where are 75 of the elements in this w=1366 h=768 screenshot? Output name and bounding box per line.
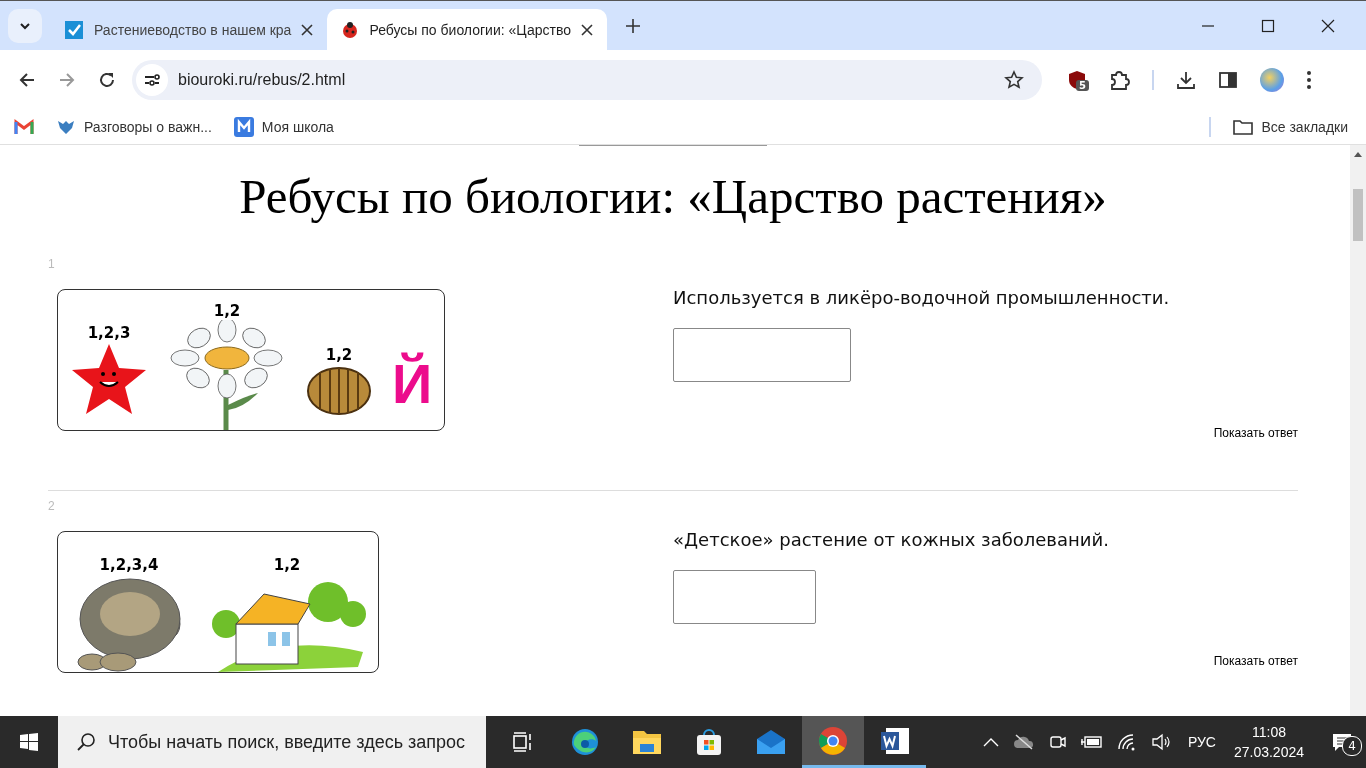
- folder-icon: [632, 729, 662, 755]
- round-logo-icon: [818, 725, 848, 756]
- star-icon: [70, 342, 148, 416]
- notifications-button[interactable]: 4: [1318, 722, 1366, 762]
- checkbox-icon: [64, 19, 84, 40]
- url-text: biouroki.ru/rebus/2.html: [178, 71, 347, 89]
- question-text: Используется в ликёро-водочной промышленности.: [673, 287, 1171, 308]
- address-bar[interactable]: biouroki.ru/rebus/2.html: [132, 60, 1042, 100]
- close-icon[interactable]: [301, 23, 314, 36]
- tab-title: Растениеводство в нашем кра: [94, 21, 292, 38]
- clock-time: 11:08: [1251, 723, 1286, 742]
- back-arrow-icon[interactable]: [18, 71, 36, 89]
- item-number: 1: [48, 257, 56, 271]
- show-answer-link[interactable]: Показать ответ: [1213, 654, 1298, 668]
- task-view-icon: [512, 731, 534, 753]
- envelope-icon: [756, 729, 786, 755]
- folder-icon: [1233, 119, 1254, 135]
- battery-charging-icon[interactable]: [1080, 735, 1103, 749]
- eagle-emblem-icon: [56, 118, 76, 136]
- notification-count: 4: [1342, 736, 1362, 756]
- mail-icon[interactable]: [14, 119, 34, 135]
- page-title: Ребусы по биологии: «Царство растения»: [238, 168, 1108, 225]
- all-bookmarks-button[interactable]: Все закладки: [1233, 119, 1348, 135]
- scroll-up-icon[interactable]: [1354, 151, 1362, 157]
- star-outline-icon[interactable]: [1004, 70, 1024, 90]
- chevron-down-icon: [19, 21, 31, 30]
- scrollbar[interactable]: [1350, 145, 1366, 716]
- document-icon: [880, 726, 910, 755]
- video-camera-icon[interactable]: [1048, 733, 1067, 751]
- basket-icon: [306, 364, 372, 416]
- bookmark[interactable]: Моя школа: [233, 117, 334, 137]
- ladybug-icon: [341, 20, 360, 39]
- browser-tab[interactable]: Растениеводство в нашем кра: [50, 8, 328, 51]
- side-panel-icon[interactable]: [1218, 70, 1238, 90]
- start-button[interactable]: [19, 732, 39, 752]
- rebus-label: 1,2,3,4: [99, 556, 159, 574]
- forward-arrow-icon[interactable]: [58, 71, 76, 89]
- close-icon[interactable]: [1320, 17, 1336, 34]
- school-logo-icon: [233, 117, 254, 137]
- rebus-letter: Й: [392, 351, 433, 417]
- rebus-label: 1,2,3: [87, 324, 131, 342]
- item-number: 2: [48, 499, 56, 513]
- answer-field[interactable]: [673, 328, 851, 382]
- maximize-icon[interactable]: [1260, 17, 1276, 34]
- answer-field[interactable]: [673, 570, 816, 624]
- taskbar-search-field[interactable]: Чтобы начать поиск, введите здесь запрос: [58, 716, 486, 768]
- clock-date: 27.03.2024: [1233, 743, 1304, 762]
- language-indicator[interactable]: РУС: [1187, 734, 1216, 750]
- site-settings-icon[interactable]: [136, 64, 168, 96]
- bookmark[interactable]: Разговоры о важн...: [56, 118, 212, 136]
- reload-icon[interactable]: [98, 71, 116, 89]
- profile-avatar[interactable]: [1260, 68, 1284, 92]
- download-icon[interactable]: [1176, 70, 1196, 90]
- rebus-label: 1,2: [273, 556, 301, 574]
- cloud-off-icon[interactable]: [1012, 734, 1035, 750]
- wifi-icon[interactable]: [1116, 733, 1137, 751]
- puzzle-icon[interactable]: [1108, 69, 1130, 91]
- shield-extension-icon[interactable]: 5: [1068, 70, 1086, 90]
- rebus-label: 1,2: [325, 346, 353, 364]
- show-answer-link[interactable]: Показать ответ: [1213, 426, 1298, 440]
- close-icon[interactable]: [581, 23, 593, 36]
- rebus-label: 1,2: [213, 302, 241, 320]
- browser-tab[interactable]: Ребусы по биологии: «Царство: [327, 8, 607, 51]
- chevron-up-icon[interactable]: [982, 737, 999, 747]
- scrollbar-thumb[interactable]: [1353, 189, 1363, 241]
- daisy-icon: [168, 320, 286, 430]
- clock[interactable]: 11:08 27.03.2024: [1233, 722, 1304, 762]
- speaker-icon[interactable]: [1150, 733, 1171, 751]
- extension-badge: 5: [1076, 80, 1089, 91]
- new-tab-icon[interactable]: [625, 17, 641, 34]
- question-text: «Детское» растение от кожных заболеваний.: [673, 529, 1110, 550]
- wave-logo-icon: [570, 727, 600, 757]
- tab-title: Ребусы по биологии: «Царство: [369, 21, 571, 38]
- shopping-bag-icon: [695, 728, 723, 756]
- more-menu-icon[interactable]: [1306, 70, 1312, 90]
